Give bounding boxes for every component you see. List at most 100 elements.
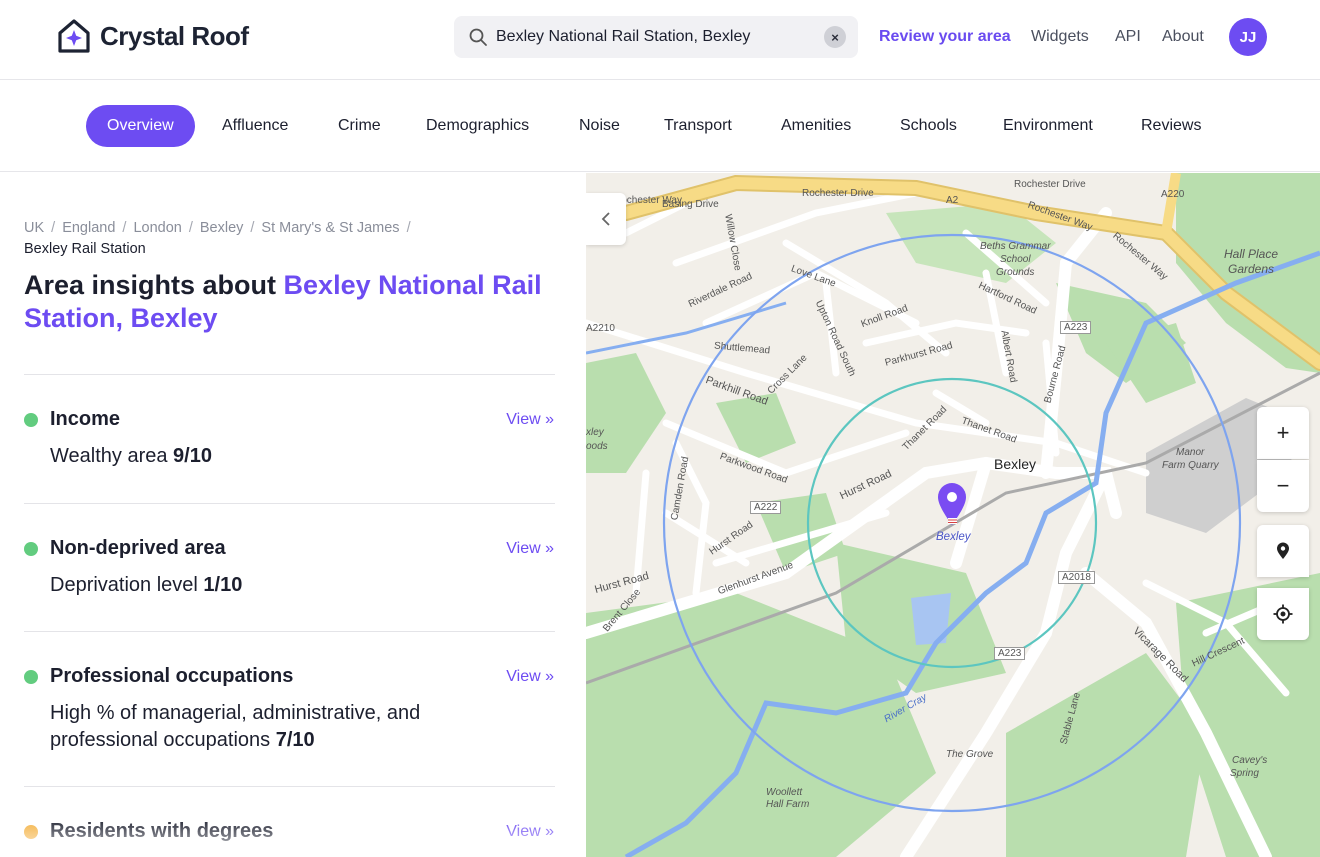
map-label: Rochester Drive	[1014, 179, 1086, 190]
map-label: A222	[750, 501, 782, 514]
map-label: Grounds	[996, 267, 1035, 278]
stat-title-income: Income	[50, 408, 121, 430]
map-label: School	[1000, 254, 1031, 265]
map-label: Gardens	[1228, 262, 1275, 276]
user-avatar[interactable]: JJ	[1229, 18, 1267, 56]
collapse-panel-button[interactable]	[586, 193, 626, 245]
map-label: A223	[994, 647, 1026, 660]
tab-overview[interactable]: Overview	[86, 105, 195, 147]
pin-label: Bexley	[936, 531, 971, 543]
breadcrumb-current: Bexley Rail Station	[24, 241, 146, 257]
stat-desc-text: Deprivation level	[50, 574, 204, 596]
divider	[24, 786, 555, 787]
crosshair-location-icon	[1273, 604, 1293, 624]
zoom-in-button[interactable]: +	[1257, 407, 1309, 459]
stat-title-degrees: Residents with degrees	[50, 820, 274, 842]
map-label: A2210	[586, 323, 615, 334]
map-label: The Grove	[946, 749, 994, 760]
breadcrumb-separator: /	[250, 220, 255, 236]
stat-desc-text: Wealthy area	[50, 445, 174, 467]
stat-score: 1/10	[203, 574, 243, 596]
town-label: Bexley	[994, 456, 1037, 472]
tab-demographics[interactable]: Demographics	[405, 105, 550, 147]
tab-transport[interactable]: Transport	[643, 105, 753, 147]
insights-panel: UK / England / London / Bexley / St Mary's & St …	[0, 173, 586, 857]
breadcrumb-item[interactable]: UK	[24, 220, 44, 236]
nav-widgets[interactable]: Widgets	[1031, 28, 1089, 46]
stat-desc-text: High % of managerial, administrative, an…	[50, 702, 421, 751]
nav-review-your-area[interactable]: Review your area	[879, 28, 1011, 46]
breadcrumb-separator: /	[122, 220, 127, 236]
breadcrumb-item[interactable]: Bexley	[200, 220, 244, 236]
tab-amenities[interactable]: Amenities	[760, 105, 872, 147]
divider	[24, 374, 555, 375]
search-input[interactable]	[496, 28, 824, 46]
tab-affluence[interactable]: Affluence	[201, 105, 309, 147]
map-label: Beths Grammar	[980, 241, 1051, 252]
status-dot-green	[24, 413, 38, 427]
map-label: A2018	[1058, 571, 1095, 584]
view-deprivation-link[interactable]: View »	[506, 540, 554, 558]
clear-search-button[interactable]: ×	[824, 26, 846, 48]
map-label: Hall Place	[1224, 247, 1279, 261]
chevron-left-icon	[601, 212, 610, 226]
divider	[24, 503, 555, 504]
divider	[24, 631, 555, 632]
breadcrumb-item[interactable]: England	[62, 220, 115, 236]
status-dot-green	[24, 670, 38, 684]
map-label: A2	[946, 195, 959, 206]
view-income-link[interactable]: View »	[506, 411, 554, 429]
tab-noise[interactable]: Noise	[558, 105, 641, 147]
breadcrumb-separator: /	[406, 220, 411, 236]
nav-about[interactable]: About	[1162, 28, 1204, 46]
stat-title-occupations: Professional occupations	[50, 665, 294, 687]
map-label: oods	[586, 441, 608, 452]
view-occupations-link[interactable]: View »	[506, 668, 554, 686]
map-label: A223	[1060, 321, 1092, 334]
stat-desc-occupations: High % of managerial, administrative, an…	[50, 700, 520, 754]
logo[interactable]: Crystal Roof	[56, 18, 249, 54]
top-header: Crystal Roof × Review your area Widgets …	[0, 0, 1320, 80]
logo-text: Crystal Roof	[100, 20, 249, 51]
map-label: Rochester Drive	[802, 188, 874, 199]
status-dot-amber	[24, 825, 38, 839]
map-label: Hall Farm	[766, 799, 810, 810]
area-map[interactable]: Rochester Way Basing Drive Rochester Dri…	[586, 173, 1320, 857]
map-label: A220	[1161, 189, 1185, 200]
recenter-pin-button[interactable]	[1257, 525, 1309, 577]
stat-title-deprivation: Non-deprived area	[50, 537, 226, 559]
search-box[interactable]: ×	[454, 16, 858, 58]
map-label: Farm Quarry	[1162, 460, 1219, 471]
tab-schools[interactable]: Schools	[879, 105, 978, 147]
breadcrumb-separator: /	[188, 220, 193, 236]
map-label: Spring	[1230, 768, 1259, 779]
stat-score: 9/10	[173, 445, 212, 467]
page-title: Area insights about Bexley National Rail…	[24, 269, 554, 335]
breadcrumb-item[interactable]: London	[133, 220, 181, 236]
my-location-button[interactable]	[1257, 588, 1309, 640]
stat-desc-deprivation: Deprivation level 1/10	[50, 572, 520, 599]
tab-environment[interactable]: Environment	[982, 105, 1114, 147]
breadcrumb: UK / England / London / Bexley / St Mary's & St …	[24, 218, 544, 260]
view-degrees-link[interactable]: View »	[506, 823, 554, 841]
title-prefix: Area insights about	[24, 270, 284, 300]
map-label: Manor	[1176, 447, 1205, 458]
tab-reviews[interactable]: Reviews	[1120, 105, 1222, 147]
status-dot-green	[24, 542, 38, 556]
search-icon	[469, 28, 487, 46]
breadcrumb-separator: /	[51, 220, 56, 236]
map-label: Cavey's	[1232, 755, 1268, 766]
tab-crime[interactable]: Crime	[317, 105, 402, 147]
stat-desc-income: Wealthy area 9/10	[50, 443, 520, 470]
section-tabs: Overview Affluence Crime Demographics No…	[0, 81, 1320, 172]
zoom-out-button[interactable]: −	[1257, 460, 1309, 512]
stat-score: 7/10	[275, 729, 315, 751]
map-label: Basing Drive	[662, 199, 719, 210]
breadcrumb-item[interactable]: St Mary's & St James	[261, 220, 399, 236]
rail-station-icon	[948, 518, 957, 524]
map-pin-icon	[1277, 542, 1289, 559]
house-star-icon	[58, 19, 90, 53]
map-label: xley	[586, 427, 604, 438]
nav-api[interactable]: API	[1115, 28, 1141, 46]
map-label: Woollett	[766, 787, 803, 798]
